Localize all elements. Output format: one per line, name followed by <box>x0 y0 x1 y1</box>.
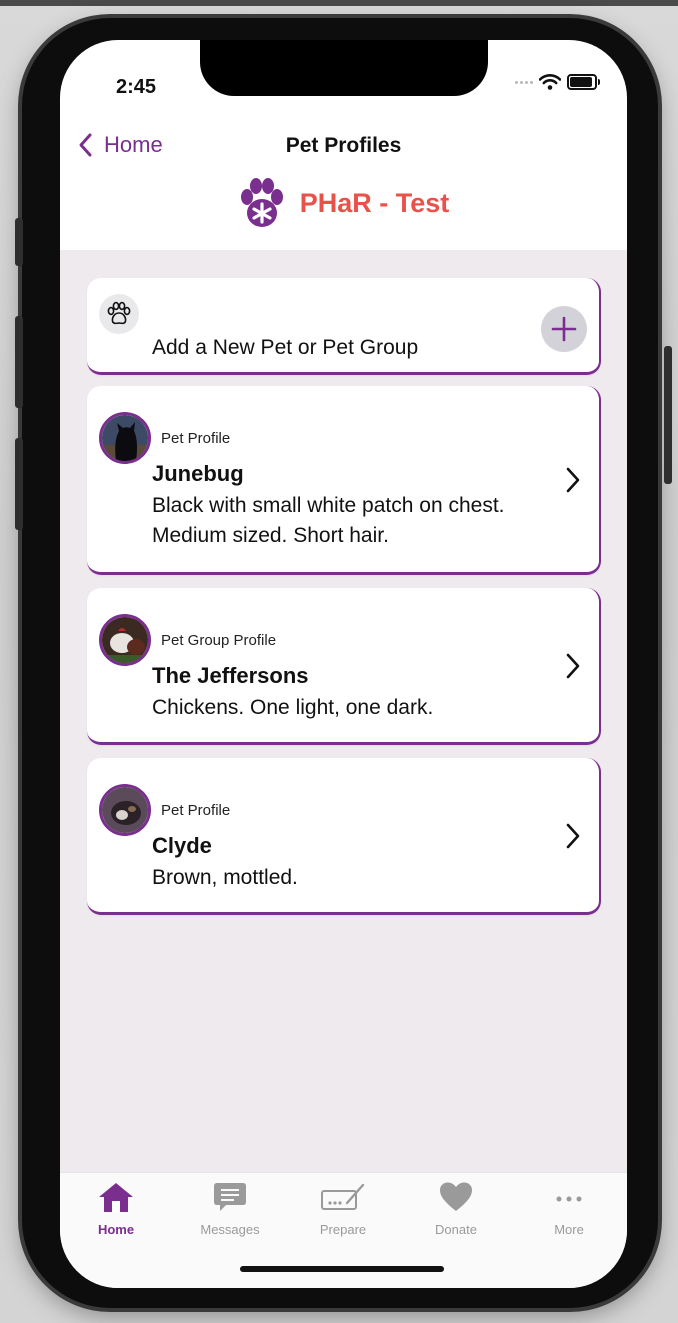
message-icon <box>214 1183 246 1211</box>
paw-icon <box>240 178 283 227</box>
pet-name: Clyde <box>152 833 212 858</box>
profile-list: Add a New Pet or Pet Group Pet Profile J… <box>60 250 627 1172</box>
more-icon <box>556 1196 582 1202</box>
pet-profile-type: Pet Profile <box>161 430 231 447</box>
pet-card-junebug[interactable]: Pet Profile Junebug Black with small whi… <box>87 386 601 575</box>
tab-label: Donate <box>435 1222 477 1237</box>
pet-name: Junebug <box>152 461 244 486</box>
signal-icon <box>515 80 533 84</box>
chevron-right-icon <box>566 823 580 849</box>
brand-name: PHaR - Test <box>299 187 450 218</box>
chevron-right-icon <box>566 467 580 493</box>
pet-avatar <box>99 784 151 836</box>
tab-label: Messages <box>200 1222 260 1237</box>
pet-card-the-jeffersons[interactable]: Pet Group Profile The Jeffersons Chicken… <box>87 588 601 745</box>
prepare-icon <box>321 1183 365 1210</box>
plus-icon <box>551 316 577 342</box>
pet-avatar <box>99 614 151 666</box>
add-pet-button[interactable] <box>541 306 587 352</box>
top-strip <box>0 0 678 6</box>
home-icon <box>99 1183 133 1212</box>
screen: 2:45 Home Pet Profiles PHaR - Test Add a… <box>60 40 627 1288</box>
add-pet-label: Add a New Pet or Pet Group <box>152 336 419 359</box>
tab-prepare[interactable]: Prepare <box>293 1181 393 1237</box>
status-icons <box>515 74 600 90</box>
tab-messages[interactable]: Messages <box>180 1181 280 1237</box>
pet-description: Brown, mottled. <box>152 866 298 889</box>
heart-icon <box>440 1182 472 1211</box>
pet-description: Chickens. One light, one dark. <box>152 696 434 719</box>
tab-home[interactable]: Home <box>66 1181 166 1237</box>
pet-profile-type: Pet Group Profile <box>161 632 277 649</box>
brand-header: PHaR - Test <box>60 178 627 228</box>
add-pet-card[interactable]: Add a New Pet or Pet Group <box>87 278 601 375</box>
volume-down-button <box>15 438 23 530</box>
tab-label: Home <box>97 1222 135 1237</box>
tab-more[interactable]: More <box>519 1181 619 1237</box>
power-button <box>664 346 672 484</box>
pet-name: The Jeffersons <box>152 663 309 688</box>
notch <box>200 40 488 96</box>
page-title: Pet Profiles <box>285 134 402 157</box>
tab-label: Prepare <box>319 1222 367 1237</box>
pet-avatar <box>99 412 151 464</box>
pet-profile-type: Pet Profile <box>161 802 231 819</box>
paw-icon <box>99 294 139 334</box>
chevron-right-icon <box>566 653 580 679</box>
pet-card-clyde[interactable]: Pet Profile Clyde Brown, mottled. <box>87 758 601 915</box>
tab-donate[interactable]: Donate <box>406 1181 506 1237</box>
status-time: 2:45 <box>116 76 157 98</box>
volume-up-button <box>15 316 23 408</box>
pet-description: Black with small white patch on chest. M… <box>152 494 505 547</box>
home-indicator <box>240 1266 444 1272</box>
battery-icon <box>567 74 600 90</box>
wifi-icon <box>539 74 561 90</box>
silent-switch <box>15 218 23 266</box>
tab-label: More <box>554 1222 584 1237</box>
